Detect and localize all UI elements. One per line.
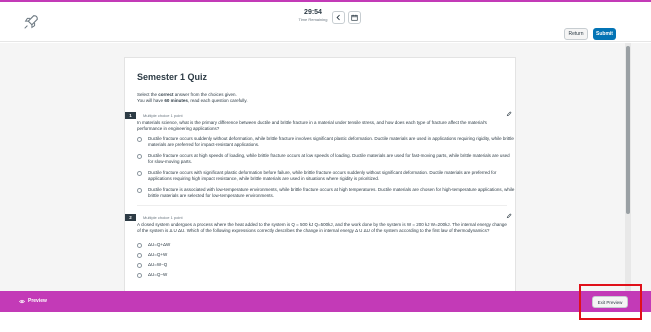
quiz-content-area[interactable]: Semester 1 Quiz Select the correct answe… (0, 43, 651, 291)
answer-text: Ductile fracture occurs with significant… (148, 170, 497, 181)
quiz-card: Semester 1 Quiz Select the correct answe… (124, 57, 516, 291)
answer-text: Ductile fracture is associated with low-… (148, 187, 515, 198)
highlight-box (579, 284, 642, 320)
question-text: A closed system undergoes a process wher… (137, 222, 507, 233)
question-number: 1 (125, 112, 136, 119)
page-bottom (0, 312, 651, 332)
chevron-left-icon (336, 14, 340, 21)
question-number: 2 (125, 214, 136, 221)
answer-option[interactable]: Ductile fracture is associated with low-… (137, 187, 515, 198)
pencil-icon[interactable] (506, 213, 512, 219)
pencil-icon[interactable] (506, 111, 512, 117)
preview-bar: Preview Exit Preview (0, 291, 651, 312)
answer-text: Ductile fracture occurs suddenly without… (148, 136, 514, 147)
question-text: In materials science, what is the primar… (137, 120, 487, 131)
calendar-button[interactable] (348, 11, 361, 24)
answer-option[interactable]: Ductile fracture occurs at high speeds o… (137, 153, 515, 164)
answer-text: ΔU=Q+W (148, 252, 168, 257)
radio-button[interactable] (137, 272, 142, 278)
previous-button[interactable] (332, 11, 345, 24)
radio-button[interactable] (137, 242, 142, 248)
timer-value: 29:54 (304, 9, 322, 16)
quiz-header: 29:54 Time Remaining Return Submit (0, 2, 651, 42)
answer-option[interactable]: ΔU=Q+ΔW (137, 242, 515, 248)
submit-button[interactable]: Submit (593, 28, 616, 40)
radio-button[interactable] (137, 252, 142, 258)
answer-text: ΔU=Q+ΔW (148, 242, 171, 247)
radio-button[interactable] (137, 136, 142, 142)
rocket-icon (24, 15, 38, 29)
scrollbar-thumb[interactable] (626, 46, 630, 214)
answer-text: ΔU=Q−W (148, 272, 168, 277)
question-meta: Multiple choice 1 point (143, 215, 183, 220)
answer-option[interactable]: ΔU=W−Q (137, 262, 515, 268)
answer-option[interactable]: Ductile fracture occurs with significant… (137, 170, 515, 181)
radio-button[interactable] (137, 170, 142, 176)
question-meta: Multiple choice 1 point (143, 113, 183, 118)
radio-button[interactable] (137, 187, 142, 193)
preview-indicator: Preview (19, 298, 47, 304)
question-divider (137, 205, 507, 206)
timer-label: Time Remaining (298, 17, 328, 22)
radio-button[interactable] (137, 262, 142, 268)
time-remaining: 29:54 Time Remaining (296, 8, 330, 23)
quiz-instructions: Select the correct answer from the choic… (137, 92, 248, 103)
answer-text: ΔU=W−Q (148, 262, 168, 267)
answer-option[interactable]: Ductile fracture occurs suddenly without… (137, 136, 515, 147)
return-button[interactable]: Return (564, 28, 588, 40)
calendar-icon (351, 14, 358, 21)
quiz-title: Semester 1 Quiz (137, 72, 208, 82)
radio-button[interactable] (137, 153, 142, 159)
preview-label: Preview (28, 298, 47, 304)
answer-text: Ductile fracture occurs at high speeds o… (148, 153, 510, 164)
answer-option[interactable]: ΔU=Q+W (137, 252, 515, 258)
eye-icon (19, 299, 25, 303)
answer-option[interactable]: ΔU=Q−W (137, 272, 515, 278)
